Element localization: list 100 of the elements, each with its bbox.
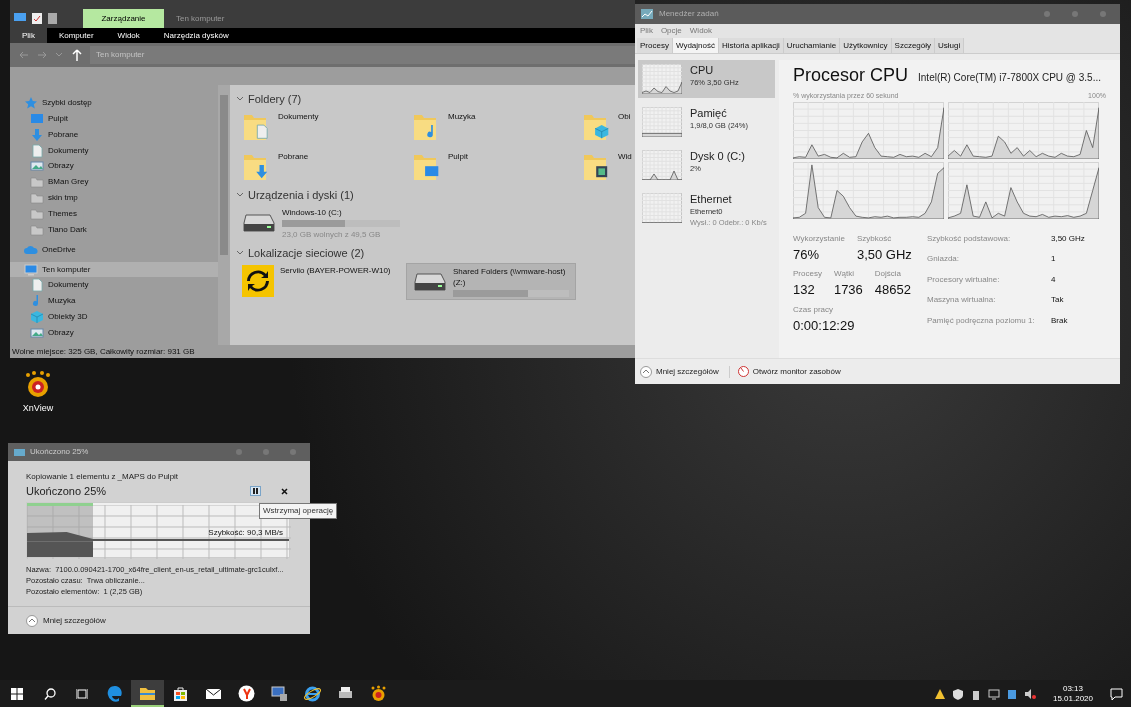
edge-browser-icon [106, 685, 123, 702]
battery-icon [1005, 687, 1018, 700]
stat-label: Wątki [833, 268, 855, 280]
resource-name: Dysk 0 (C:) [690, 150, 745, 163]
thumbnail-graph [642, 193, 682, 223]
star-icon [24, 95, 38, 110]
chevron-up-icon [26, 614, 38, 627]
clock-date: 15.01.2020 [1052, 693, 1093, 704]
tab[interactable]: Uruchamianie [783, 38, 841, 53]
ribbon-tab[interactable]: Narzędzia dysków [151, 28, 241, 43]
tab[interactable]: Procesy [637, 38, 673, 53]
spec-label: Pamięć podręczna poziomu 1: [927, 314, 1036, 327]
speed-label: Szybkość: 90,3 MB/s [208, 526, 283, 539]
gauge-icon [737, 366, 749, 377]
down-arrow-icon [30, 127, 44, 142]
tooltip: Wstrzymaj operację [259, 503, 338, 519]
resource-monitor-link[interactable]: Otwórz monitor zasobów [728, 365, 841, 378]
spec-value: Tak [1051, 294, 1065, 306]
checklist-icon [32, 12, 42, 24]
nav-item[interactable]: Obrazy [10, 325, 218, 341]
folder-item[interactable]: Wid [576, 149, 635, 185]
tab[interactable]: Usługi [935, 38, 965, 53]
nav-item[interactable]: OneDrive [10, 241, 218, 258]
stat-value: 3,50 GHz [856, 245, 912, 264]
item-label: Wid [618, 151, 630, 162]
menu-item[interactable]: Plik [640, 25, 653, 37]
resource-name: Ethernet [690, 193, 733, 206]
speech-bubble-icon [1109, 687, 1123, 700]
fewer-details-button[interactable]: Mniej szczegółów [26, 614, 106, 627]
pause-button[interactable] [250, 486, 261, 497]
folder-icon [30, 206, 44, 221]
task-view-icon [76, 687, 88, 700]
item-label: Windows-10 (C:) [282, 207, 343, 218]
shield-icon [951, 687, 964, 700]
computer-icon [24, 262, 38, 277]
folder-icon [30, 175, 44, 190]
ribbon-tab[interactable]: Plik [10, 28, 47, 43]
spec-label: Procesory wirtualne: [927, 273, 1001, 286]
folder-item[interactable]: Shared Folders (\\vmware-host) (Z:) [406, 263, 576, 300]
picture-icon [30, 159, 44, 174]
minimize-icon [1044, 11, 1050, 17]
fewer-details-button[interactable]: Mniej szczegółów [640, 365, 719, 378]
letter-y-circle-icon [238, 685, 255, 702]
context-tab[interactable]: Zarządzanie [83, 9, 164, 28]
nav-item[interactable]: Dokumenty [10, 142, 218, 159]
nav-item[interactable]: Obrazy [10, 158, 218, 175]
spec-label: Szybkość podstawowa: [927, 232, 1012, 245]
nav-item[interactable]: Dokumenty [10, 277, 218, 294]
nav-item[interactable]: Themes [10, 206, 218, 222]
tab[interactable]: Użytkownicy [840, 38, 892, 53]
nav-item[interactable]: Szybki dostęp [10, 95, 218, 111]
menu-item[interactable]: Opcje [660, 25, 682, 37]
stat-label: Czas pracy [793, 303, 834, 316]
tab[interactable]: Wydajność [672, 38, 719, 53]
cancel-button[interactable] [281, 487, 288, 495]
folder-item[interactable]: Dokumenty [236, 109, 406, 145]
item-label: Obi [618, 111, 630, 122]
computer-icon [271, 685, 288, 702]
nav-item[interactable]: skin tmp [10, 190, 218, 206]
tab[interactable]: Szczegóły [891, 38, 936, 53]
ribbon-tab[interactable]: Widok [105, 28, 152, 43]
shopping-bag-icon [172, 685, 189, 702]
menu-item[interactable]: Widok [689, 25, 713, 37]
tab[interactable]: Historia aplikacji [718, 38, 784, 53]
section-heading[interactable]: Lokalizacje sieciowe (2) [248, 244, 365, 262]
folder-item[interactable]: Serviio (BAYER-POWER-W10) [236, 263, 406, 300]
window-icon [14, 448, 25, 456]
taskbar-app[interactable] [131, 680, 164, 707]
letter-e-icon [304, 685, 321, 702]
close-icon [290, 449, 296, 455]
folder-item[interactable]: Pulpit [406, 149, 576, 185]
section-heading[interactable]: Urządzenia i dyski (1) [248, 186, 354, 204]
desktop-icon-label[interactable]: XnView [22, 402, 54, 416]
spec-value: Brak [1051, 314, 1069, 327]
nav-item[interactable]: Obiekty 3D [10, 309, 218, 326]
folder-item[interactable]: Obi [576, 109, 635, 145]
nav-item[interactable]: Tiano Dark [10, 221, 218, 238]
nav-item[interactable]: Pulpit [10, 110, 218, 127]
stat-value: 48652 [874, 281, 911, 299]
minimize-icon [236, 449, 242, 455]
folder-item[interactable]: Pobrane [236, 149, 406, 185]
section-heading[interactable]: Foldery (7) [248, 90, 302, 108]
monitor-icon [14, 13, 26, 23]
chart-icon [641, 9, 653, 19]
folder-item[interactable]: Muzyka [406, 109, 576, 145]
windows-logo-icon [11, 687, 23, 700]
spec-label: Maszyna wirtualna: [927, 294, 997, 306]
item-label: Pobrane [278, 151, 310, 162]
folder-icon [30, 191, 44, 206]
search-icon [44, 687, 56, 700]
nav-item[interactable]: BMan Grey [10, 174, 218, 191]
nav-item[interactable]: Pobrane [10, 126, 218, 143]
nav-item[interactable]: Ten komputer [10, 261, 218, 278]
monitor-icon [987, 687, 1000, 700]
item-label: Serviio (BAYER-POWER-W10) [280, 265, 392, 276]
progress-heading: Ukończono 25% [26, 484, 108, 499]
ribbon-tab[interactable]: Komputer [46, 28, 106, 43]
item-label: Pulpit [448, 151, 469, 162]
item-label: Shared Folders (\\vmware-host) (Z:) [453, 266, 567, 288]
nav-item[interactable]: Muzyka [10, 293, 218, 310]
